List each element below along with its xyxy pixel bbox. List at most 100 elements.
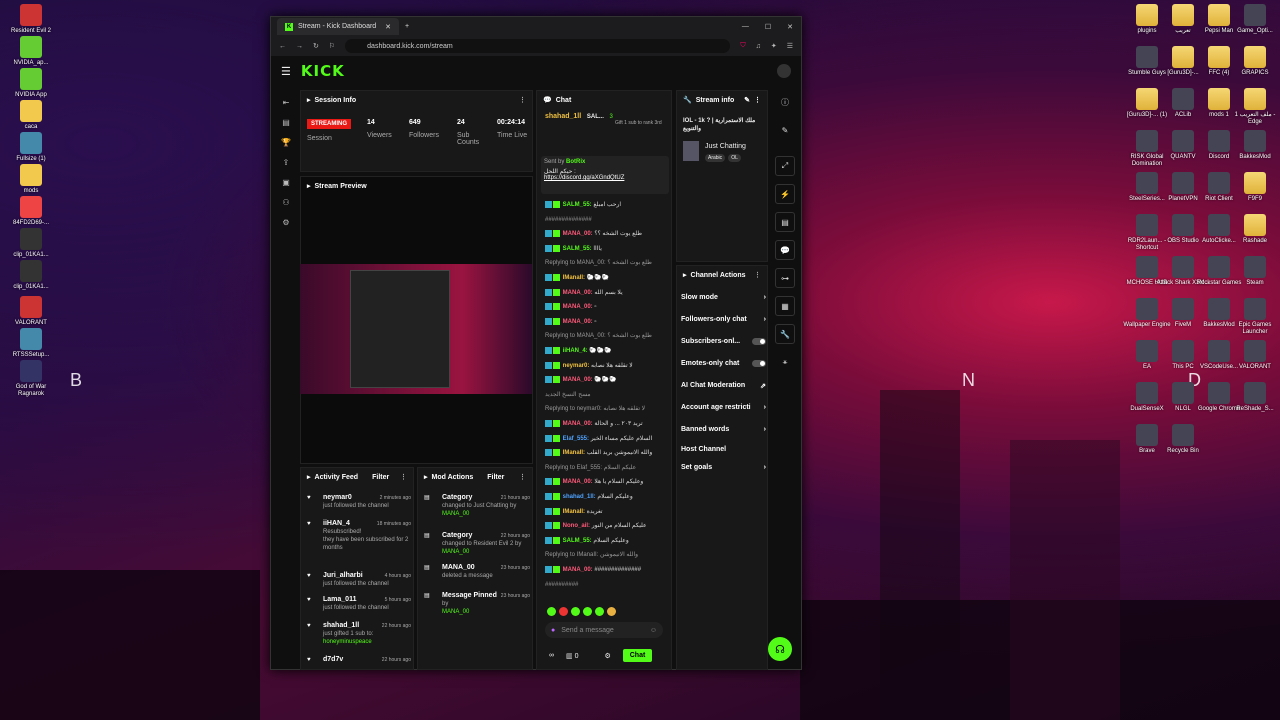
avatar[interactable] bbox=[777, 64, 791, 78]
top-gifter-2[interactable]: SAL... bbox=[587, 114, 604, 120]
channel-action-item[interactable]: Account age restricti › bbox=[681, 404, 766, 411]
lightning-icon[interactable]: ⚡ bbox=[775, 184, 795, 204]
desktop-icon[interactable]: clip_01KA1... bbox=[4, 228, 58, 259]
chat-message[interactable]: Replying to Elaf_555: عليكم السلام bbox=[545, 464, 663, 472]
activity-user[interactable]: iiHAN_4 bbox=[323, 520, 350, 527]
chat-message[interactable]: Nono_ail: عليكم السلام من النور bbox=[545, 522, 663, 530]
chat-send-button[interactable]: Chat bbox=[622, 649, 653, 662]
tab-close-icon[interactable]: ✕ bbox=[385, 23, 391, 31]
rail-collapse-icon[interactable]: ⇤ bbox=[276, 92, 296, 112]
chat-username[interactable]: MANA_00: bbox=[563, 304, 593, 310]
emote-icon[interactable] bbox=[547, 607, 556, 616]
chat-message[interactable]: MANA_00: ▫ bbox=[545, 317, 663, 326]
rail-camera-icon[interactable]: ▣ bbox=[276, 172, 296, 192]
rail-people-icon[interactable]: ⚇ bbox=[276, 192, 296, 212]
chat-message[interactable]: MANA_00: وعليكم السلام يا هلا bbox=[545, 478, 663, 486]
chat-username[interactable]: MANA_00: bbox=[563, 567, 593, 573]
chat-username[interactable]: neymar0: bbox=[563, 363, 590, 369]
rail-trophy-icon[interactable]: 🏆 bbox=[276, 132, 296, 152]
chat-message[interactable]: neymar0: لا تقلقه هلا نصابه bbox=[545, 361, 663, 370]
stream-info-menu-icon[interactable]: ⋮ bbox=[754, 96, 761, 104]
chat-message[interactable]: مسح النسخ الجديد bbox=[545, 391, 663, 399]
chat-message[interactable]: SALM_55: ياااا bbox=[545, 244, 663, 253]
chat-message[interactable]: MANA_00: 🐑🐑🐑 bbox=[545, 376, 663, 384]
channel-action-item[interactable]: Host Channel bbox=[681, 446, 766, 453]
desktop-icon[interactable]: Steam bbox=[1228, 256, 1280, 287]
chat-settings-icon[interactable]: ⚙ bbox=[604, 652, 610, 660]
hamburger-icon[interactable]: ☰ bbox=[281, 65, 291, 78]
channel-action-item[interactable]: Followers-only chat › bbox=[681, 316, 766, 323]
mod-action-by[interactable]: MANA_00 bbox=[442, 608, 530, 616]
support-chat-button[interactable]: ☊ bbox=[768, 637, 792, 661]
wrench-icon[interactable]: 🔧 bbox=[775, 324, 795, 344]
activity-user[interactable]: Lama_011 bbox=[323, 596, 356, 603]
chat-message[interactable]: SALM_55: ارحب امبلغ bbox=[545, 201, 663, 209]
desktop-icon[interactable]: Resident Evil 2 bbox=[4, 4, 58, 35]
infinity-icon[interactable]: ∞ bbox=[549, 652, 554, 659]
chat-username[interactable]: SALM_55: bbox=[563, 538, 592, 544]
points-icon[interactable]: ▥ 0 bbox=[566, 652, 578, 660]
chat-username[interactable]: iiHAN_4: bbox=[563, 348, 588, 354]
chat-message[interactable]: MANA_00: ▫ bbox=[545, 303, 663, 311]
channel-actions-menu-icon[interactable]: ⋮ bbox=[754, 271, 761, 279]
maximize-icon[interactable]: ☐ bbox=[765, 23, 771, 31]
toggle-switch[interactable] bbox=[752, 360, 766, 367]
chat-username[interactable]: MANA_00: bbox=[563, 421, 593, 427]
desktop-icon[interactable]: NVIDIA App bbox=[4, 68, 58, 99]
edit-icon[interactable]: ✎ bbox=[744, 96, 750, 104]
chat-message[interactable]: Replying to MANA_00: طلع بوت الشخه ؟ bbox=[545, 259, 663, 267]
share-icon[interactable]: ⚹ bbox=[775, 352, 795, 372]
channel-action-item[interactable]: Set goals › bbox=[681, 464, 766, 471]
category-name[interactable]: Just Chatting bbox=[705, 143, 746, 150]
chat-username[interactable]: Elaf_555: bbox=[563, 436, 589, 442]
channel-action-item[interactable]: Slow mode › bbox=[681, 294, 766, 301]
chat-message[interactable]: ########## bbox=[545, 581, 663, 589]
activity-menu-icon[interactable]: ⋮ bbox=[400, 473, 407, 481]
chat-message[interactable]: Replying to MANA_00: طلع بوت الشخه ؟ bbox=[545, 332, 663, 340]
desktop-icon[interactable]: Rashade bbox=[1228, 214, 1280, 245]
chat-username[interactable]: MANA_00: bbox=[563, 319, 593, 325]
chat-username[interactable]: MANA_00: bbox=[563, 231, 593, 237]
desktop-icon[interactable]: Epic Games Launcher bbox=[1228, 298, 1280, 336]
mod-action-by[interactable]: MANA_00 bbox=[442, 548, 530, 556]
desktop-icon[interactable]: NVIDIA_ap... bbox=[4, 36, 58, 67]
chat-message[interactable]: MANA_00: ############## bbox=[545, 566, 663, 574]
pinned-link[interactable]: https://discord.gg/aXGndQtUZ bbox=[544, 175, 666, 181]
info-circle-icon[interactable]: ⓘ bbox=[775, 92, 795, 112]
new-tab-icon[interactable]: + bbox=[405, 23, 409, 30]
bookmark-icon[interactable]: ⚐ bbox=[329, 42, 335, 50]
session-menu-icon[interactable]: ⋮ bbox=[519, 96, 526, 104]
chat-username[interactable]: shahad_1ll: bbox=[563, 494, 596, 500]
desktop-icon[interactable]: VALORANT bbox=[1228, 340, 1280, 371]
chat-username[interactable]: Nono_ail: bbox=[563, 523, 590, 529]
desktop-icon[interactable]: BakkesMod bbox=[1228, 130, 1280, 161]
url-bar[interactable]: dashboard.kick.com/stream bbox=[345, 39, 731, 53]
top-gifter[interactable]: shahad_1ll bbox=[545, 113, 581, 120]
chat-message[interactable]: IManaII: والله الانيموشن بريد القلب bbox=[545, 449, 663, 457]
calendar-icon[interactable]: ▦ bbox=[775, 296, 795, 316]
emote-icon[interactable] bbox=[595, 607, 604, 616]
activity-user[interactable]: d7d7v bbox=[323, 656, 343, 663]
desktop-icon[interactable]: Game_Opti... bbox=[1228, 4, 1280, 35]
desktop-icon[interactable]: God of War Ragnarok bbox=[4, 360, 58, 398]
chat-message[interactable]: Replying to neymar0: لا تقلقه هلا نصابه bbox=[545, 405, 663, 413]
desktop-icon[interactable]: mods bbox=[4, 164, 58, 195]
chat-message[interactable]: SALM_55: وعليكم السلام bbox=[545, 536, 663, 545]
desktop-icon[interactable]: ReShade_S... bbox=[1228, 382, 1280, 413]
mic-icon[interactable]: ● bbox=[551, 627, 555, 634]
emote-icon[interactable] bbox=[571, 607, 580, 616]
minimize-icon[interactable]: — bbox=[742, 23, 749, 31]
link-icon[interactable]: ⊶ bbox=[775, 268, 795, 288]
tag-chip[interactable]: Arabic bbox=[705, 154, 726, 162]
document-icon[interactable]: ▤ bbox=[775, 212, 795, 232]
desktop-icon[interactable]: 84FD2D69-... bbox=[4, 196, 58, 227]
chat-username[interactable]: SALM_55: bbox=[563, 246, 592, 252]
activity-user[interactable]: Juri_alharbi bbox=[323, 572, 363, 579]
emote-icon[interactable] bbox=[559, 607, 568, 616]
kick-logo[interactable]: KICK bbox=[301, 62, 345, 80]
close-window-icon[interactable]: ✕ bbox=[787, 23, 793, 31]
activity-filter[interactable]: Filter bbox=[372, 474, 389, 481]
activity-user[interactable]: shahad_1ll bbox=[323, 622, 359, 629]
chat-username[interactable]: MANA_00: bbox=[563, 479, 593, 485]
chat-username[interactable]: MANA_00: bbox=[563, 290, 593, 296]
